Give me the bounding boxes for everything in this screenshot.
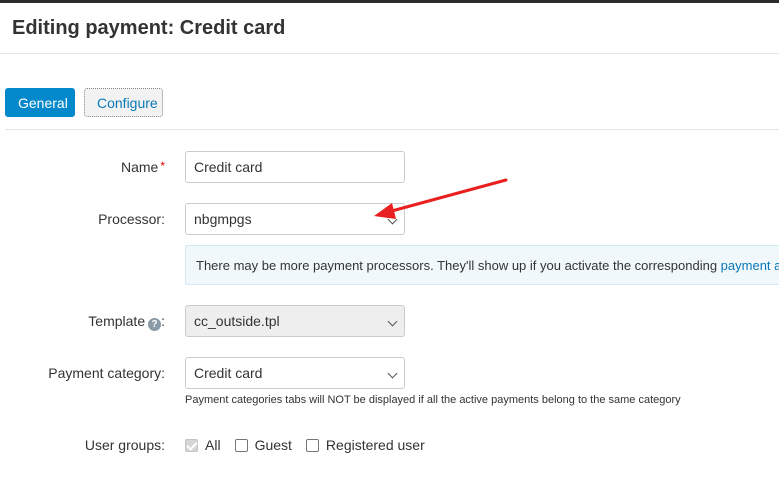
user-groups-label: User groups:: [84, 437, 165, 453]
tabs-divider: [5, 129, 779, 130]
template-label: Template?:: [88, 313, 165, 331]
processor-info-box: There may be more payment processors. Th…: [185, 245, 779, 285]
annotation-arrow: [374, 178, 508, 219]
payment-category-select-value: Credit card: [194, 365, 263, 381]
name-input[interactable]: Credit card: [185, 151, 405, 183]
tab-general[interactable]: General: [5, 88, 75, 117]
payment-category-select[interactable]: Credit card: [185, 357, 405, 389]
processor-label: Processor:: [98, 211, 165, 227]
annotation-arrow-shaft: [386, 178, 508, 214]
template-label-colon: :: [161, 313, 165, 329]
title-divider: [0, 53, 779, 54]
user-group-registered-checkbox[interactable]: [305, 438, 319, 452]
name-label-text: Name: [120, 159, 159, 175]
info-text: There may be more payment processors. Th…: [196, 258, 721, 273]
question-circle-icon[interactable]: ?: [148, 318, 162, 331]
required-mark: *: [160, 159, 165, 173]
name-label: Name *: [121, 159, 165, 175]
tab-configure[interactable]: Configure: [84, 88, 163, 117]
processor-select[interactable]: nbgmpgs: [185, 203, 405, 235]
user-group-guest-checkbox[interactable]: [234, 438, 248, 452]
payment-addons-link[interactable]: payment a: [721, 258, 779, 273]
user-group-all-checkbox: [185, 438, 198, 452]
top-bar: [0, 0, 779, 3]
payment-category-label: Payment category:: [48, 365, 165, 381]
template-select: cc_outside.tpl: [185, 305, 405, 337]
payment-category-hint: Payment categories tabs will NOT be disp…: [185, 394, 681, 406]
chevron-down-icon: [387, 368, 398, 379]
user-group-guest-label[interactable]: Guest: [255, 437, 292, 453]
processor-select-value: nbgmpgs: [194, 211, 252, 227]
tab-bar: General Configure: [5, 88, 163, 117]
template-label-text: Template: [88, 313, 146, 329]
user-groups-options: All Guest Registered user: [185, 437, 439, 453]
user-group-registered-label[interactable]: Registered user: [326, 437, 425, 453]
user-group-all-label: All: [205, 437, 221, 453]
page-title: Editing payment: Credit card: [12, 17, 286, 39]
template-select-value: cc_outside.tpl: [194, 313, 280, 329]
chevron-down-icon: [387, 316, 398, 327]
chevron-down-icon: [387, 214, 398, 225]
